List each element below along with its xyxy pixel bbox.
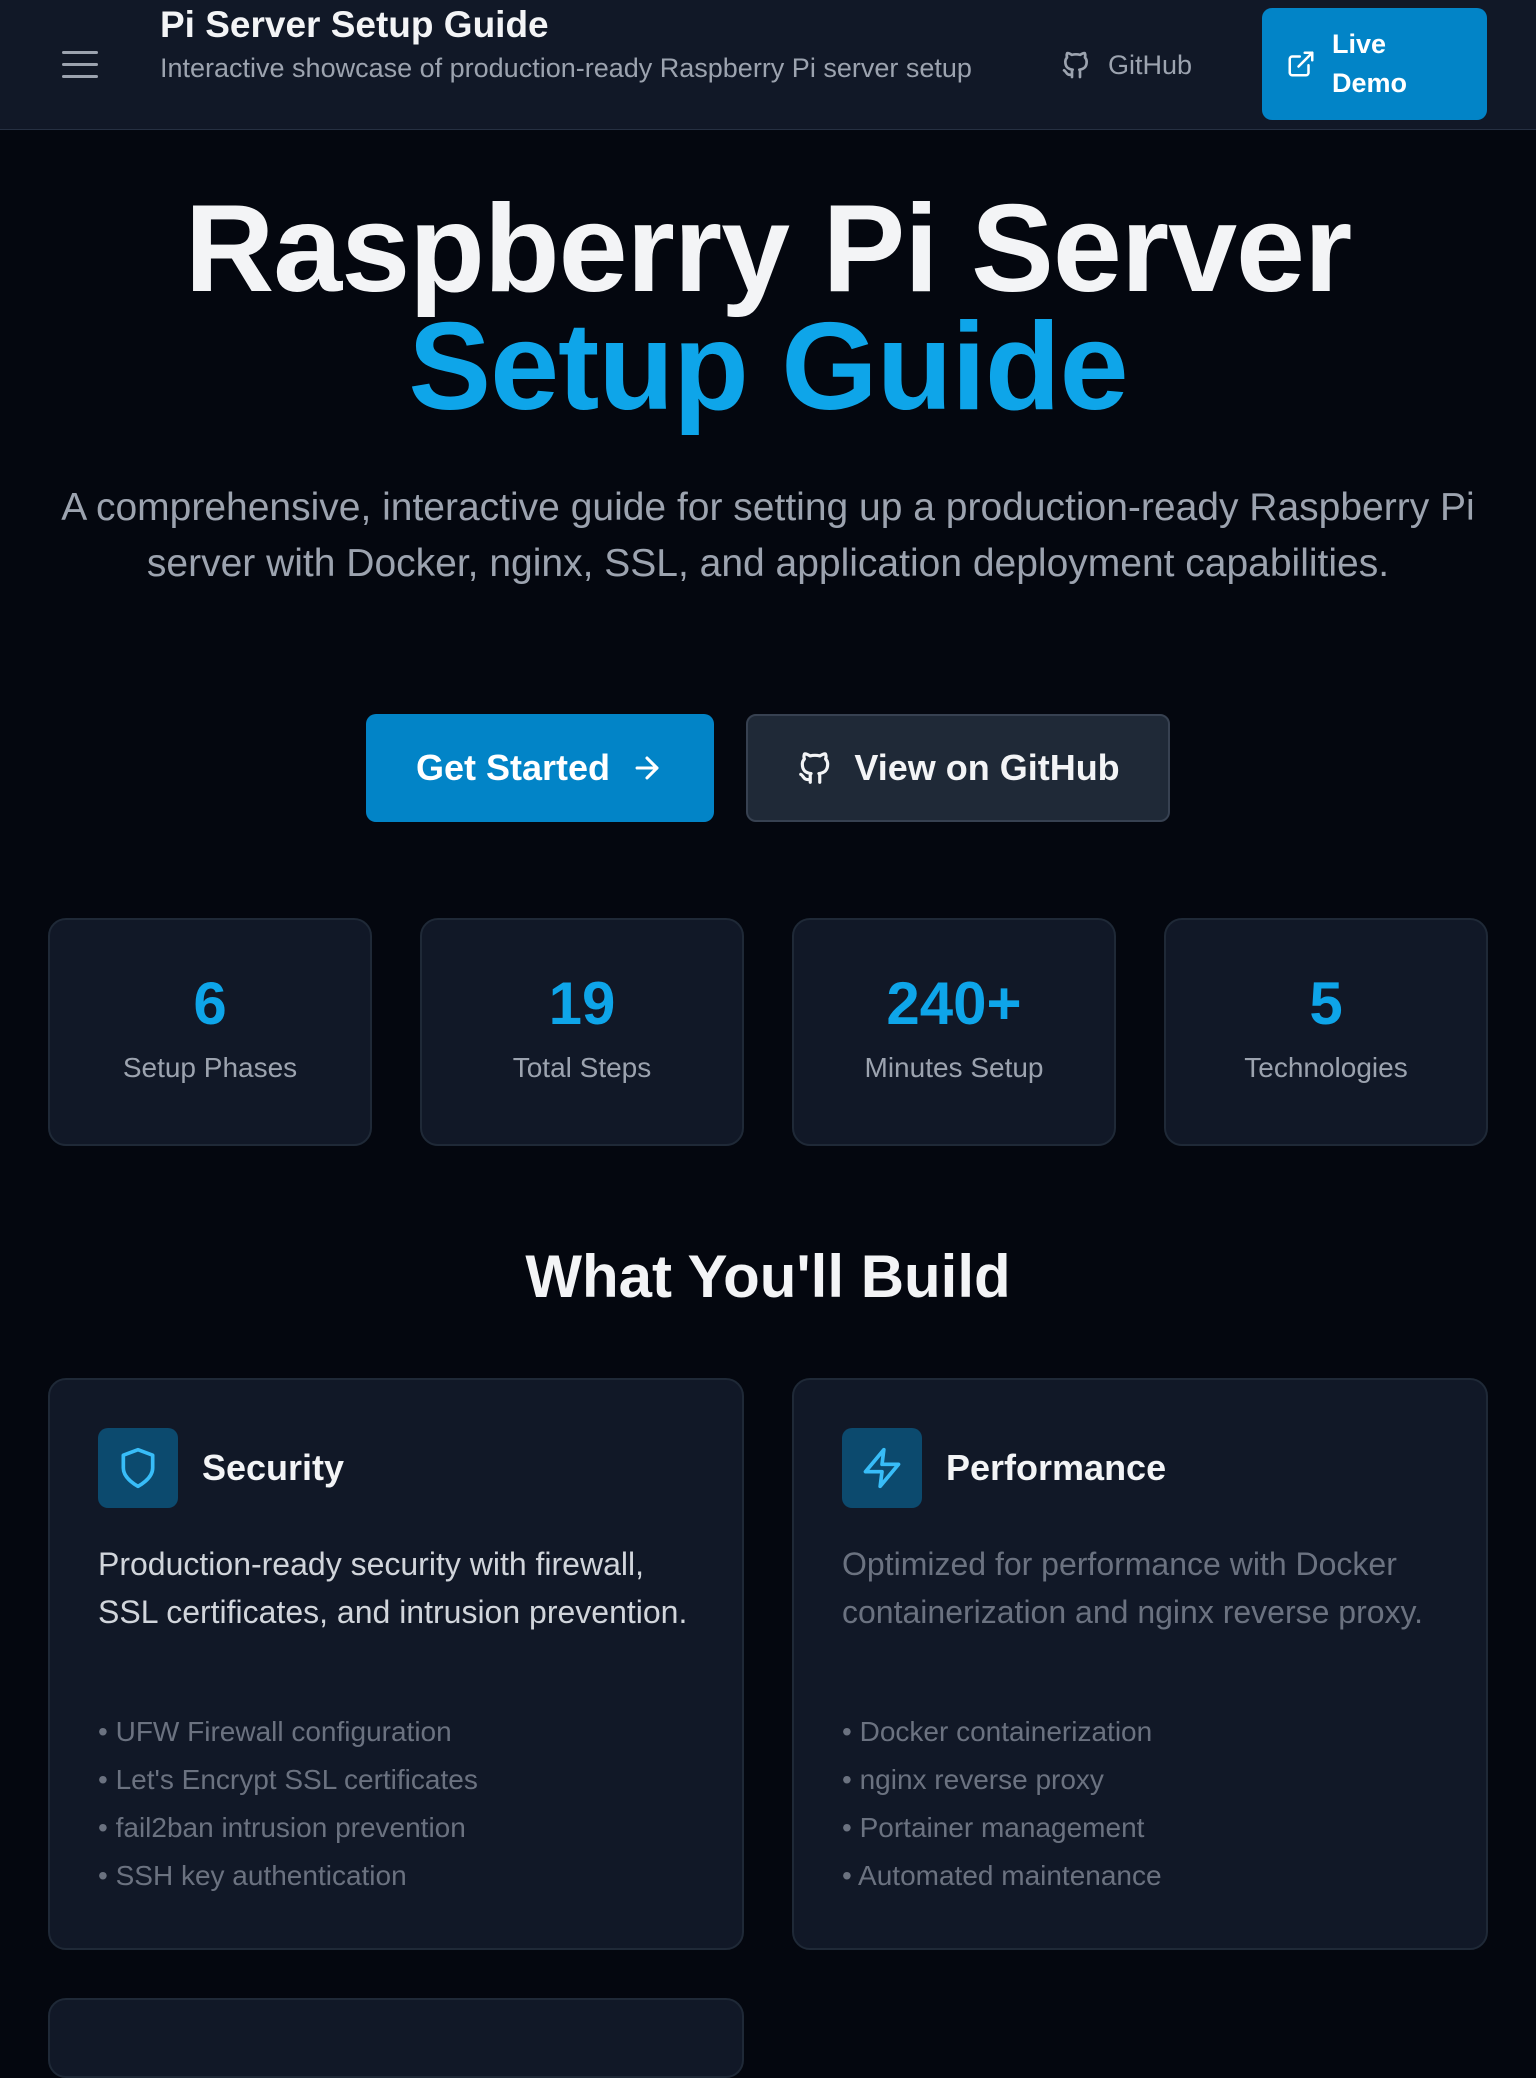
list-item: SSH key authentication	[98, 1852, 478, 1900]
get-started-button[interactable]: Get Started	[366, 714, 714, 822]
stat-value: 5	[1309, 970, 1343, 1037]
card-title: Security	[202, 1447, 345, 1488]
stat-label: Technologies	[1244, 1052, 1408, 1083]
view-on-github-button[interactable]: View on GitHub	[746, 714, 1170, 822]
live-demo-label: Live Demo	[1332, 29, 1408, 98]
stat-card-minutes-setup: 240+ Minutes Setup	[792, 918, 1116, 1146]
feature-card-security: Security Production-ready security with …	[48, 1378, 744, 1950]
card-description: Production-ready security with firewall,…	[98, 1546, 688, 1630]
feature-card-partial	[48, 1998, 744, 2078]
github-icon	[799, 752, 830, 784]
hero-title-line2: Setup Guide	[408, 298, 1128, 436]
hero-title: Raspberry Pi Server Setup Guide	[0, 180, 1536, 436]
list-item: fail2ban intrusion prevention	[98, 1804, 478, 1852]
get-started-label: Get Started	[415, 747, 611, 788]
feature-card-performance: Performance Optimized for performance wi…	[792, 1378, 1488, 1950]
live-demo-button[interactable]: Live Demo	[1262, 8, 1487, 120]
stat-value: 6	[193, 970, 227, 1037]
external-link-icon	[1288, 51, 1314, 77]
card-title: Performance	[946, 1447, 1167, 1488]
arrow-right-icon	[635, 756, 659, 780]
stat-card-technologies: 5 Technologies	[1164, 918, 1488, 1146]
stat-label: Setup Phases	[122, 1052, 298, 1083]
github-link[interactable]: GitHub	[1060, 40, 1192, 90]
list-item: nginx reverse proxy	[842, 1756, 1162, 1804]
list-item: Let's Encrypt SSL certificates	[98, 1756, 478, 1804]
site-title[interactable]: Pi Server Setup Guide	[160, 2, 1000, 48]
stat-label: Minutes Setup	[864, 1052, 1044, 1083]
hero-description: A comprehensive, interactive guide for s…	[61, 486, 1475, 585]
stat-card-total-steps: 19 Total Steps	[420, 918, 744, 1146]
lightning-icon	[842, 1428, 922, 1508]
view-on-github-label: View on GitHub	[854, 747, 1120, 788]
list-item: UFW Firewall configuration	[98, 1708, 478, 1756]
feature-list: Docker containerization nginx reverse pr…	[842, 1708, 1162, 1900]
stat-value: 19	[548, 970, 616, 1037]
stat-card-setup-phases: 6 Setup Phases	[48, 918, 372, 1146]
list-item: Automated maintenance	[842, 1852, 1162, 1900]
stat-label: Total Steps	[512, 1052, 652, 1083]
hamburger-menu-icon[interactable]	[62, 40, 114, 88]
shield-icon	[98, 1428, 178, 1508]
feature-list: UFW Firewall configuration Let's Encrypt…	[98, 1708, 478, 1900]
github-icon	[1062, 51, 1088, 79]
list-item: Docker containerization	[842, 1708, 1162, 1756]
hero-title-line1: Raspberry Pi Server	[184, 180, 1353, 318]
brand: Pi Server Setup Guide Interactive showca…	[160, 2, 1000, 88]
stat-value: 240+	[886, 970, 1022, 1037]
section-heading: What You'll Build	[525, 1243, 1011, 1310]
github-link-label: GitHub	[1108, 49, 1193, 80]
site-subtitle: Interactive showcase of production-ready…	[160, 53, 972, 83]
list-item: Portainer management	[842, 1804, 1162, 1852]
card-description: Optimized for performance with Docker co…	[842, 1546, 1424, 1630]
top-header: Pi Server Setup Guide Interactive showca…	[0, 0, 1536, 130]
